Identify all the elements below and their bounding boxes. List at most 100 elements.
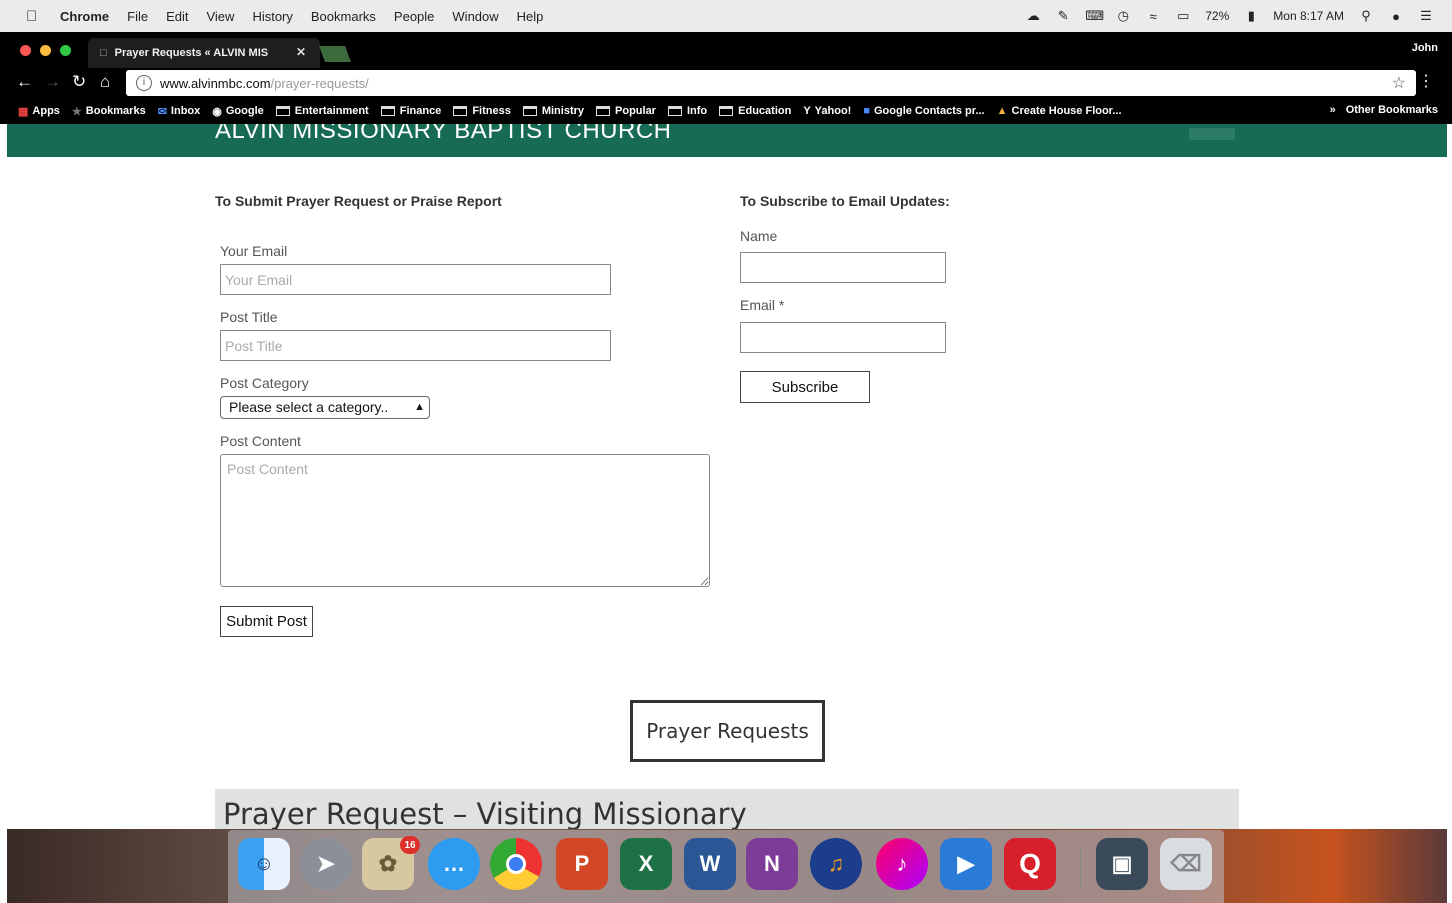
zoom-window-button[interactable] bbox=[60, 45, 71, 56]
battery-icon[interactable]: ▮ bbox=[1243, 8, 1259, 24]
email-label: Your Email bbox=[220, 243, 288, 259]
yahoo-icon: Y bbox=[803, 105, 811, 117]
apps-grid-icon: ▦ bbox=[18, 105, 29, 118]
select-arrows-icon: ▲ bbox=[414, 401, 425, 413]
star-icon: ★ bbox=[71, 105, 82, 118]
back-icon[interactable]: ← bbox=[16, 72, 33, 92]
battery-percent[interactable]: 72% bbox=[1205, 9, 1229, 23]
powerpoint-icon[interactable]: P bbox=[556, 838, 608, 890]
macos-dock: ☺ ➤ ✿ 16 … P X W N ♫ ♪ ▶ Q ▣ ⌫ bbox=[228, 830, 1224, 903]
trash-icon[interactable]: ⌫ bbox=[1160, 838, 1212, 890]
chrome-icon[interactable] bbox=[490, 838, 542, 890]
airplay-icon[interactable]: ▭ bbox=[1175, 8, 1191, 24]
time-machine-icon[interactable]: ◷ bbox=[1115, 8, 1131, 24]
finder-icon[interactable]: ☺ bbox=[238, 838, 290, 890]
address-bar[interactable]: i www.alvinmbc.com/prayer-requests/ ☆ bbox=[126, 70, 1416, 96]
post-category-select[interactable]: Please select a category.. ▲ bbox=[220, 396, 430, 419]
bookmark-ministry[interactable]: Ministry bbox=[522, 105, 584, 117]
folder-icon bbox=[522, 106, 537, 116]
header-menu-button[interactable] bbox=[1189, 128, 1235, 140]
menu-edit[interactable]: Edit bbox=[166, 9, 188, 24]
folder-icon bbox=[596, 106, 611, 116]
bookmark-inbox[interactable]: ✉ Inbox bbox=[158, 105, 201, 118]
reload-icon[interactable]: ↻ bbox=[72, 72, 86, 92]
spotlight-icon[interactable]: ⚲ bbox=[1358, 8, 1374, 24]
menu-people[interactable]: People bbox=[394, 9, 434, 24]
bookmark-google[interactable]: ◉ Google bbox=[212, 105, 264, 118]
post-content-label: Post Content bbox=[220, 433, 301, 449]
bookmark-google-contacts[interactable]: ■ Google Contacts pr... bbox=[863, 105, 984, 117]
excel-icon[interactable]: X bbox=[620, 838, 672, 890]
latest-post-heading[interactable]: Prayer Request – Visiting Missionary bbox=[223, 797, 747, 829]
apple-menu-icon[interactable]:  bbox=[26, 8, 48, 25]
house-icon: ▲ bbox=[996, 105, 1008, 117]
forward-icon[interactable]: → bbox=[44, 72, 61, 92]
script-icon[interactable]: ✎ bbox=[1055, 8, 1071, 24]
bookmark-bookmarks[interactable]: ★ Bookmarks bbox=[72, 105, 146, 118]
subscribe-button[interactable]: Subscribe bbox=[740, 371, 870, 403]
keyboard-icon[interactable]: ⌨ bbox=[1085, 8, 1104, 24]
chrome-menu-icon[interactable]: ⋮ bbox=[1418, 71, 1434, 91]
bookmark-finance[interactable]: Finance bbox=[380, 105, 441, 117]
wifi-icon[interactable]: ≈ bbox=[1145, 9, 1161, 24]
site-name[interactable]: ALVIN MISSIONARY BAPTIST CHURCH bbox=[215, 124, 672, 145]
siri-icon[interactable]: ● bbox=[1388, 9, 1404, 24]
menu-history[interactable]: History bbox=[252, 9, 292, 24]
folder-icon bbox=[719, 106, 734, 116]
menu-help[interactable]: Help bbox=[517, 9, 544, 24]
bookmark-education[interactable]: Education bbox=[719, 105, 791, 117]
notification-center-icon[interactable]: ☰ bbox=[1418, 8, 1434, 24]
email-input[interactable] bbox=[220, 264, 611, 295]
folder-icon bbox=[380, 106, 395, 116]
submit-post-button[interactable]: Submit Post bbox=[220, 606, 313, 637]
post-content-textarea[interactable] bbox=[220, 454, 710, 587]
dock-separator bbox=[1080, 844, 1081, 890]
prayer-requests-button[interactable]: Prayer Requests bbox=[630, 700, 825, 762]
menu-window[interactable]: Window bbox=[452, 9, 498, 24]
menu-view[interactable]: View bbox=[206, 9, 234, 24]
new-tab-button[interactable] bbox=[319, 46, 351, 62]
bookmarks-bar: ▦ Apps ★ Bookmarks ✉ Inbox ◉ Google Entertai… bbox=[0, 98, 1452, 124]
contacts-icon: ■ bbox=[863, 105, 870, 117]
bookmark-create-house-floor[interactable]: ▲ Create House Floor... bbox=[997, 105, 1122, 117]
screen-sharing-icon[interactable]: ▶ bbox=[940, 838, 992, 890]
bookmark-star-icon[interactable]: ☆ bbox=[1392, 73, 1406, 93]
inbox-icon: ✉ bbox=[157, 105, 167, 118]
profile-name[interactable]: John bbox=[1412, 42, 1438, 54]
subscribe-name-label: Name bbox=[740, 228, 778, 244]
itunes-icon[interactable]: ♪ bbox=[876, 838, 928, 890]
bookmark-info[interactable]: Info bbox=[667, 105, 707, 117]
subscribe-name-input[interactable] bbox=[740, 252, 946, 283]
downloads-stack-icon[interactable]: ▣ bbox=[1096, 838, 1148, 890]
minimize-window-button[interactable] bbox=[40, 45, 51, 56]
subscribe-form-title: To Subscribe to Email Updates: bbox=[740, 193, 950, 209]
menu-file[interactable]: File bbox=[127, 9, 148, 24]
messages-icon[interactable]: … bbox=[428, 838, 480, 890]
launchpad-icon[interactable]: ➤ bbox=[300, 838, 352, 890]
word-icon[interactable]: W bbox=[684, 838, 736, 890]
url-host: www.alvinmbc.com bbox=[160, 75, 271, 91]
menu-app-name[interactable]: Chrome bbox=[60, 9, 109, 24]
subscribe-email-input[interactable] bbox=[740, 322, 946, 353]
quicken-icon[interactable]: Q bbox=[1004, 838, 1056, 890]
site-info-icon[interactable]: i bbox=[136, 75, 152, 91]
close-window-button[interactable] bbox=[20, 45, 31, 56]
onenote-icon[interactable]: N bbox=[746, 838, 798, 890]
bookmark-other[interactable]: » Other Bookmarks bbox=[1330, 104, 1438, 116]
bookmark-yahoo[interactable]: Y Yahoo! bbox=[803, 105, 851, 117]
close-tab-icon[interactable]: ✕ bbox=[296, 45, 306, 59]
bookmark-entertainment[interactable]: Entertainment bbox=[275, 105, 369, 117]
overflow-chevron-icon[interactable]: » bbox=[1330, 104, 1336, 116]
bookmark-popular[interactable]: Popular bbox=[596, 105, 656, 117]
menu-clock[interactable]: Mon 8:17 AM bbox=[1273, 9, 1344, 23]
chrome-tab-strip: □ Prayer Requests « ALVIN MIS ✕ bbox=[0, 32, 1452, 68]
audacity-icon[interactable]: ♫ bbox=[810, 838, 862, 890]
post-category-label: Post Category bbox=[220, 375, 309, 391]
bookmark-fitness[interactable]: Fitness bbox=[453, 105, 511, 117]
tab-prayer-requests[interactable]: □ Prayer Requests « ALVIN MIS ✕ bbox=[88, 38, 320, 68]
bookmark-apps[interactable]: ▦ Apps bbox=[18, 105, 60, 118]
home-icon[interactable]: ⌂ bbox=[100, 72, 110, 92]
creative-cloud-icon[interactable]: ☁ bbox=[1025, 8, 1041, 24]
menu-bookmarks[interactable]: Bookmarks bbox=[311, 9, 376, 24]
post-title-input[interactable] bbox=[220, 330, 611, 361]
